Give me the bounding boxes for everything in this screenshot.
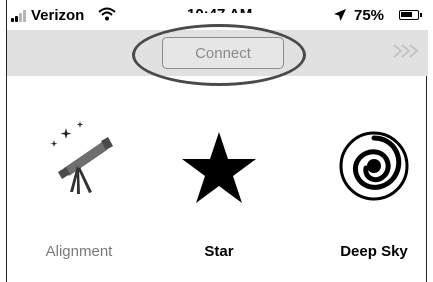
tile-alignment[interactable]: Alignment: [19, 120, 139, 270]
carrier-name: Verizon: [31, 7, 85, 24]
wifi-icon: [98, 7, 116, 21]
triple-chevron-right-icon[interactable]: [391, 42, 423, 60]
battery-icon: [399, 10, 422, 20]
nav-bar: Connect: [7, 30, 428, 76]
tile-label-alignment: Alignment: [45, 243, 113, 260]
battery-percent: 75%: [354, 7, 385, 24]
tile-star[interactable]: Star: [159, 120, 279, 270]
tile-deep-sky[interactable]: Deep Sky: [314, 120, 433, 270]
status-bar: Verizon 10:47 AM 75%: [7, 0, 428, 30]
telescope-icon: [50, 121, 113, 194]
tile-label-deep-sky: Deep Sky: [340, 243, 408, 260]
phone-screen: Verizon 10:47 AM 75% Connect: [6, 0, 428, 282]
tile-label-star: Star: [204, 243, 234, 260]
galaxy-spiral-icon: [339, 131, 409, 201]
status-time: 10:47 AM: [187, 3, 252, 13]
star-icon: [182, 132, 256, 203]
signal-bars-icon: [11, 10, 29, 22]
connect-button[interactable]: Connect: [162, 37, 284, 69]
location-arrow-icon: [334, 9, 346, 21]
